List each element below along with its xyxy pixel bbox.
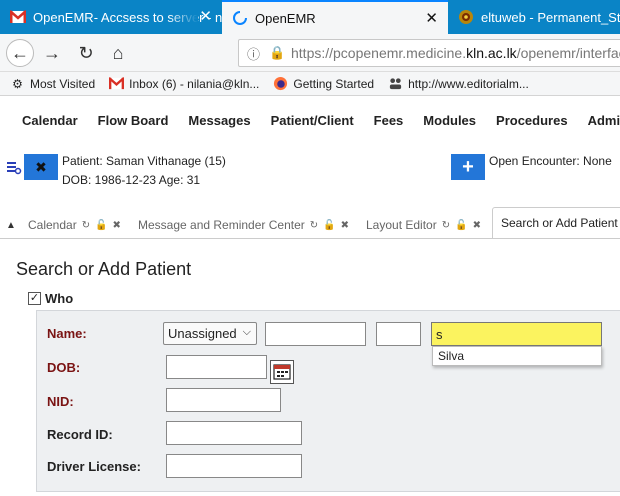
main-content: Search or Add Patient ✓ Who Name: Unassi… — [0, 240, 620, 496]
close-icon[interactable]: ✕ — [199, 9, 212, 24]
close-icon[interactable]: ✖ — [341, 220, 349, 231]
tab-layout-editor[interactable]: Layout Editor ↻ 🔓 ✖ — [366, 211, 481, 238]
dob-input[interactable] — [166, 355, 267, 379]
close-patient-button[interactable]: ✖ — [24, 154, 58, 180]
browser-tab-title: eltuweb - Permanent_Staff — [481, 9, 620, 25]
tab-label: Search or Add Patient — [501, 216, 618, 230]
menu-fees[interactable]: Fees — [374, 113, 404, 128]
patient-list-icon[interactable] — [6, 160, 22, 176]
name-title-value: Unassigned — [168, 326, 237, 341]
people-icon — [389, 78, 402, 90]
bookmark-editorial[interactable]: http://www.editorialm... — [388, 76, 529, 91]
menu-patient-client[interactable]: Patient/Client — [271, 113, 354, 128]
calendar-glyph — [273, 364, 291, 380]
unlock-icon[interactable]: 🔓 — [455, 220, 467, 231]
patient-bar: ✖ Patient: Saman Vithanage (15) DOB: 198… — [0, 148, 620, 196]
dob-label: DOB: — [47, 360, 81, 375]
who-checkbox[interactable]: ✓ — [28, 292, 41, 305]
bookmark-getting-started[interactable]: Getting Started — [273, 76, 374, 91]
bookmark-most-visited[interactable]: ⚙ Most Visited — [10, 76, 95, 91]
tab-search-add-patient[interactable]: Search or Add Patient — [492, 207, 620, 238]
nid-input[interactable] — [166, 388, 281, 412]
first-name-input[interactable] — [265, 322, 366, 346]
bookmarks-bar: ⚙ Most Visited Inbox (6) - nilania@kln..… — [0, 72, 620, 96]
emr-tab-bar: ▲ Calendar ↻ 🔓 ✖ Message and Reminder Ce… — [0, 203, 620, 239]
close-icon: ✖ — [35, 158, 47, 175]
calendar-icon[interactable] — [270, 360, 294, 384]
open-encounter: Open Encounter: None — [489, 154, 612, 168]
browser-tab-title: OpenEMR — [255, 10, 316, 26]
patient-dob: DOB: 1986-12-23 Age: 31 — [62, 173, 201, 187]
menu-flow-board[interactable]: Flow Board — [98, 113, 169, 128]
menu-administration[interactable]: Administ — [588, 113, 620, 128]
bookmark-label: Inbox (6) - nilania@kln... — [129, 76, 260, 91]
refresh-icon[interactable]: ↻ — [82, 220, 90, 231]
reload-icon[interactable]: ↻ — [72, 39, 100, 67]
browser-tab-gmail[interactable]: OpenEMR- Accsess to server - n ✕ — [0, 0, 222, 34]
url-prefix: https://pcopenemr.medicine. — [291, 45, 467, 61]
unlock-icon[interactable]: 🔓 — [323, 220, 335, 231]
close-icon[interactable]: ✕ — [425, 11, 438, 26]
record-id-label: Record ID: — [47, 427, 113, 442]
refresh-icon[interactable]: ↻ — [310, 220, 318, 231]
openemr-icon — [233, 11, 247, 25]
middle-name-input[interactable] — [376, 322, 421, 346]
tab-label: Layout Editor — [366, 218, 437, 232]
browser-nav-bar: ← → ↻ ⌂ ⓘ 🔒 https://pcopenemr.medicine. k… — [0, 34, 620, 72]
plus-icon: + — [462, 155, 474, 178]
name-label: Name: — [47, 326, 87, 341]
url-suffix: /openemr/interfac — [516, 45, 620, 61]
gear-icon: ⚙ — [12, 76, 23, 91]
page-title: Search or Add Patient — [16, 259, 192, 279]
close-icon[interactable]: ✖ — [473, 220, 481, 231]
bookmark-label: Most Visited — [30, 76, 96, 91]
who-label: Who — [45, 291, 74, 306]
refresh-icon[interactable]: ↻ — [442, 220, 450, 231]
university-icon — [459, 10, 473, 24]
browser-tab-openemr[interactable]: OpenEMR ✕ — [222, 0, 448, 34]
driver-license-label: Driver License: — [47, 459, 141, 474]
driver-license-input[interactable] — [166, 454, 302, 478]
back-arrow-icon[interactable]: ← — [6, 39, 34, 67]
menu-modules[interactable]: Modules — [423, 113, 476, 128]
url-domain: kln.ac.lk — [466, 45, 517, 61]
gmail-icon — [109, 76, 125, 90]
gmail-icon — [10, 10, 26, 23]
bookmark-label: http://www.editorialm... — [408, 76, 529, 91]
tab-label: Message and Reminder Center — [138, 218, 305, 232]
tab-label: Calendar — [28, 218, 77, 232]
bookmark-label: Getting Started — [293, 76, 375, 91]
collapse-tabs-icon[interactable]: ▲ — [6, 211, 16, 238]
nid-label: NID: — [47, 394, 74, 409]
url-bar[interactable]: ⓘ 🔒 https://pcopenemr.medicine. kln.ac.lk… — [238, 39, 620, 67]
home-icon[interactable]: ⌂ — [104, 39, 132, 67]
who-form: Name: Unassigned ⌵ s Silva DOB: NID: Rec… — [36, 310, 620, 492]
name-title-select[interactable]: Unassigned ⌵ — [163, 322, 257, 345]
who-section-toggle[interactable]: ✓ Who — [28, 291, 73, 306]
record-id-input[interactable] — [166, 421, 302, 445]
menu-messages[interactable]: Messages — [188, 113, 250, 128]
browser-tab-eltuweb[interactable]: eltuweb - Permanent_Staff — [448, 0, 620, 34]
forward-arrow-icon[interactable]: → — [38, 39, 66, 67]
bookmark-inbox[interactable]: Inbox (6) - nilania@kln... — [109, 76, 259, 91]
autocomplete-suggestion[interactable]: Silva — [432, 346, 602, 366]
close-icon[interactable]: ✖ — [113, 220, 121, 231]
menu-calendar[interactable]: Calendar — [22, 113, 78, 128]
tab-message-reminder-center[interactable]: Message and Reminder Center ↻ 🔓 ✖ — [138, 211, 349, 238]
tab-calendar[interactable]: Calendar ↻ 🔓 ✖ — [28, 211, 121, 238]
chevron-down-icon: ⌵ — [242, 326, 251, 338]
openemr-main-menu: Calendar Flow Board Messages Patient/Cli… — [0, 97, 620, 143]
menu-procedures[interactable]: Procedures — [496, 113, 568, 128]
patient-name: Patient: Saman Vithanage (15) — [62, 154, 226, 168]
new-encounter-button[interactable]: + — [451, 154, 485, 180]
info-icon[interactable]: ⓘ — [247, 44, 263, 63]
last-name-input[interactable]: s — [431, 322, 602, 346]
lock-icon: 🔒 — [269, 45, 286, 60]
firefox-icon — [274, 76, 288, 91]
unlock-icon[interactable]: 🔓 — [95, 220, 107, 231]
browser-tab-strip: OpenEMR- Accsess to server - n ✕ OpenEMR… — [0, 0, 620, 34]
tab-fade — [168, 0, 198, 34]
